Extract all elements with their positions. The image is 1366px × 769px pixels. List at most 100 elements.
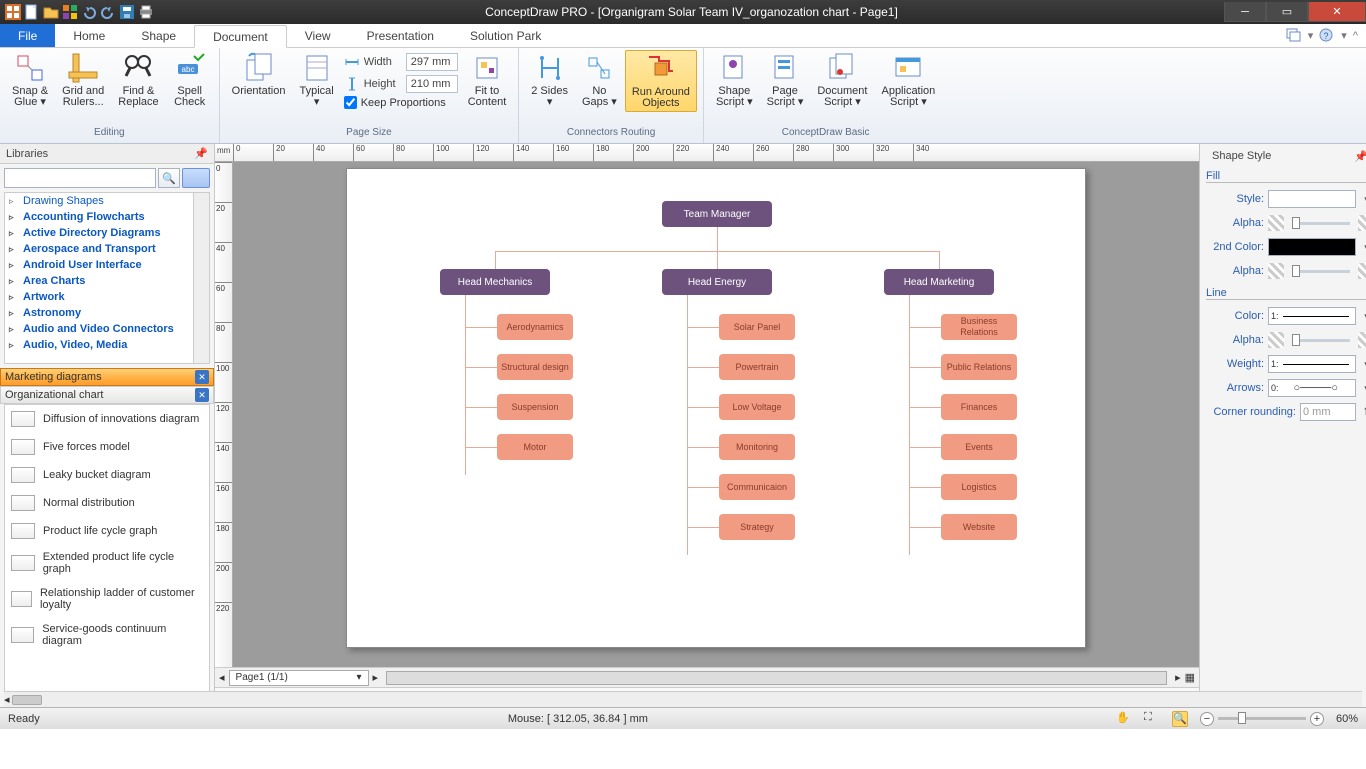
height-field[interactable]: Height210 mm <box>344 74 458 94</box>
snap-glue-button[interactable]: Snap & Glue ▾ <box>6 50 54 110</box>
2sides-button[interactable]: 2 Sides ▾ <box>525 50 574 110</box>
minimize-button[interactable]: ─ <box>1224 2 1266 22</box>
alpha2-row[interactable]: Alpha: <box>1206 259 1366 283</box>
undo-icon[interactable] <box>80 3 98 21</box>
org-node[interactable]: Head Energy <box>662 269 772 295</box>
tab-solution-park[interactable]: Solution Park <box>452 24 559 47</box>
help-icon[interactable]: ? <box>1319 28 1335 44</box>
arrows-row[interactable]: Arrows:0:○────○▾ <box>1206 376 1366 400</box>
org-node[interactable]: Head Mechanics <box>440 269 550 295</box>
spell-check-button[interactable]: abcSpell Check <box>167 50 213 110</box>
library-search-input[interactable] <box>4 168 156 188</box>
file-tab[interactable]: File <box>0 24 55 47</box>
org-node[interactable]: Motor <box>497 434 573 460</box>
width-field[interactable]: Width297 mm <box>344 52 458 72</box>
lib-item[interactable]: Aerospace and Transport <box>5 241 209 257</box>
lib-item[interactable]: Drawing Shapes <box>5 193 209 209</box>
org-node[interactable]: Strategy <box>719 514 795 540</box>
org-node[interactable]: Monitoring <box>719 434 795 460</box>
tab-shape[interactable]: Shape <box>123 24 194 47</box>
lib-item[interactable]: Astronomy <box>5 305 209 321</box>
find-replace-button[interactable]: Find & Replace <box>112 50 164 110</box>
shape-item[interactable]: Relationship ladder of customer loyalty <box>5 581 209 617</box>
org-node[interactable]: Suspension <box>497 394 573 420</box>
org-node[interactable]: Powertrain <box>719 354 795 380</box>
orientation-button[interactable]: Orientation <box>226 50 292 99</box>
document-script-button[interactable]: Document Script ▾ <box>811 50 873 110</box>
window-list-icon[interactable] <box>1286 28 1302 44</box>
2ndcolor-row[interactable]: 2nd Color:▾ <box>1206 235 1366 259</box>
prev-page-icon[interactable]: ◂ <box>219 671 225 684</box>
zoom-select-icon[interactable]: 🔍 <box>1172 711 1188 727</box>
zoom-control[interactable]: − + <box>1200 712 1324 726</box>
collapse-ribbon-icon[interactable]: ^ <box>1353 30 1358 42</box>
shape-item[interactable]: Diffusion of innovations diagram <box>5 405 209 433</box>
org-node[interactable]: Low Voltage <box>719 394 795 420</box>
app-icon[interactable] <box>4 3 22 21</box>
search-icon[interactable]: 🔍 <box>158 168 180 188</box>
typical-button[interactable]: Typical ▾ <box>293 50 339 110</box>
next-page-icon[interactable]: ▸ <box>373 671 379 684</box>
org-node[interactable]: Website <box>941 514 1017 540</box>
org-node[interactable]: Team Manager <box>662 201 772 227</box>
fit-icon[interactable]: ⛶ <box>1144 711 1160 727</box>
org-node[interactable]: Finances <box>941 394 1017 420</box>
shape-item[interactable]: Product life cycle graph <box>5 517 209 545</box>
hand-icon[interactable]: ✋ <box>1116 711 1132 727</box>
close-icon[interactable]: ✕ <box>195 388 209 402</box>
page-script-button[interactable]: Page Script ▾ <box>761 50 810 110</box>
org-node[interactable]: Structural design <box>497 354 573 380</box>
org-node[interactable]: Public Relations <box>941 354 1017 380</box>
pin-icon[interactable]: 📌 <box>1354 150 1366 163</box>
lib-item[interactable]: Active Directory Diagrams <box>5 225 209 241</box>
library-section-marketing[interactable]: Marketing diagrams✕ <box>0 368 214 386</box>
templates-icon[interactable] <box>61 3 79 21</box>
scrollbar[interactable] <box>193 193 209 363</box>
color-row[interactable]: Color:1:▾ <box>1206 304 1366 328</box>
alpha-row[interactable]: Alpha: <box>1206 211 1366 235</box>
org-node[interactable]: Logistics <box>941 474 1017 500</box>
org-node[interactable]: Aerodynamics <box>497 314 573 340</box>
tab-document[interactable]: Document <box>194 25 287 48</box>
page[interactable]: Team Manager Head Mechanics Head Energy … <box>346 168 1086 648</box>
lib-item[interactable]: Audio and Video Connectors <box>5 321 209 337</box>
grid-rulers-button[interactable]: Grid and Rulers... <box>56 50 110 110</box>
close-button[interactable]: ✕ <box>1308 2 1366 22</box>
lib-item[interactable]: Artwork <box>5 289 209 305</box>
dropdown-icon[interactable]: ▾ <box>1308 29 1314 42</box>
tab-home[interactable]: Home <box>55 24 123 47</box>
shape-script-button[interactable]: Shape Script ▾ <box>710 50 759 110</box>
alpha3-row[interactable]: Alpha: <box>1206 328 1366 352</box>
save-icon[interactable] <box>118 3 136 21</box>
shape-item[interactable]: Normal distribution <box>5 489 209 517</box>
pin-icon[interactable]: 📌 <box>194 147 208 160</box>
shape-item[interactable]: Extended product life cycle graph <box>5 545 209 581</box>
nogaps-button[interactable]: No Gaps ▾ <box>576 50 623 110</box>
scrollbar[interactable] <box>386 671 1167 685</box>
tab-presentation[interactable]: Presentation <box>349 24 452 47</box>
close-icon[interactable]: ✕ <box>195 370 209 384</box>
org-node[interactable]: Communicaion <box>719 474 795 500</box>
scroll-right-icon[interactable]: ▸ <box>1175 671 1181 684</box>
weight-row[interactable]: Weight:1:▾ <box>1206 352 1366 376</box>
dropdown-icon[interactable]: ▾ <box>1341 29 1347 42</box>
runaround-button[interactable]: Run Around Objects <box>625 50 697 112</box>
org-node[interactable]: Head Marketing <box>884 269 994 295</box>
org-node[interactable]: Events <box>941 434 1017 460</box>
page-tab[interactable]: Page1 (1/1)▾ <box>229 670 369 686</box>
shape-item[interactable]: Five forces model <box>5 433 209 461</box>
library-toggle-button[interactable] <box>182 168 210 188</box>
print-icon[interactable] <box>137 3 155 21</box>
open-icon[interactable] <box>42 3 60 21</box>
zoom-out-button[interactable]: − <box>1200 712 1214 726</box>
shape-item[interactable]: Service-goods continuum diagram <box>5 617 209 653</box>
org-node[interactable]: Business Relations <box>941 314 1017 340</box>
shape-item[interactable]: Leaky bucket diagram <box>5 461 209 489</box>
keep-proportions-check[interactable]: Keep Proportions <box>344 96 458 109</box>
scrollbar[interactable]: ◂ <box>4 691 1362 707</box>
library-section-org[interactable]: Organizational chart✕ <box>0 386 214 404</box>
zoom-in-button[interactable]: + <box>1310 712 1324 726</box>
fit-content-button[interactable]: Fit to Content <box>462 50 513 110</box>
lib-item[interactable]: Accounting Flowcharts <box>5 209 209 225</box>
tab-view[interactable]: View <box>287 24 349 47</box>
